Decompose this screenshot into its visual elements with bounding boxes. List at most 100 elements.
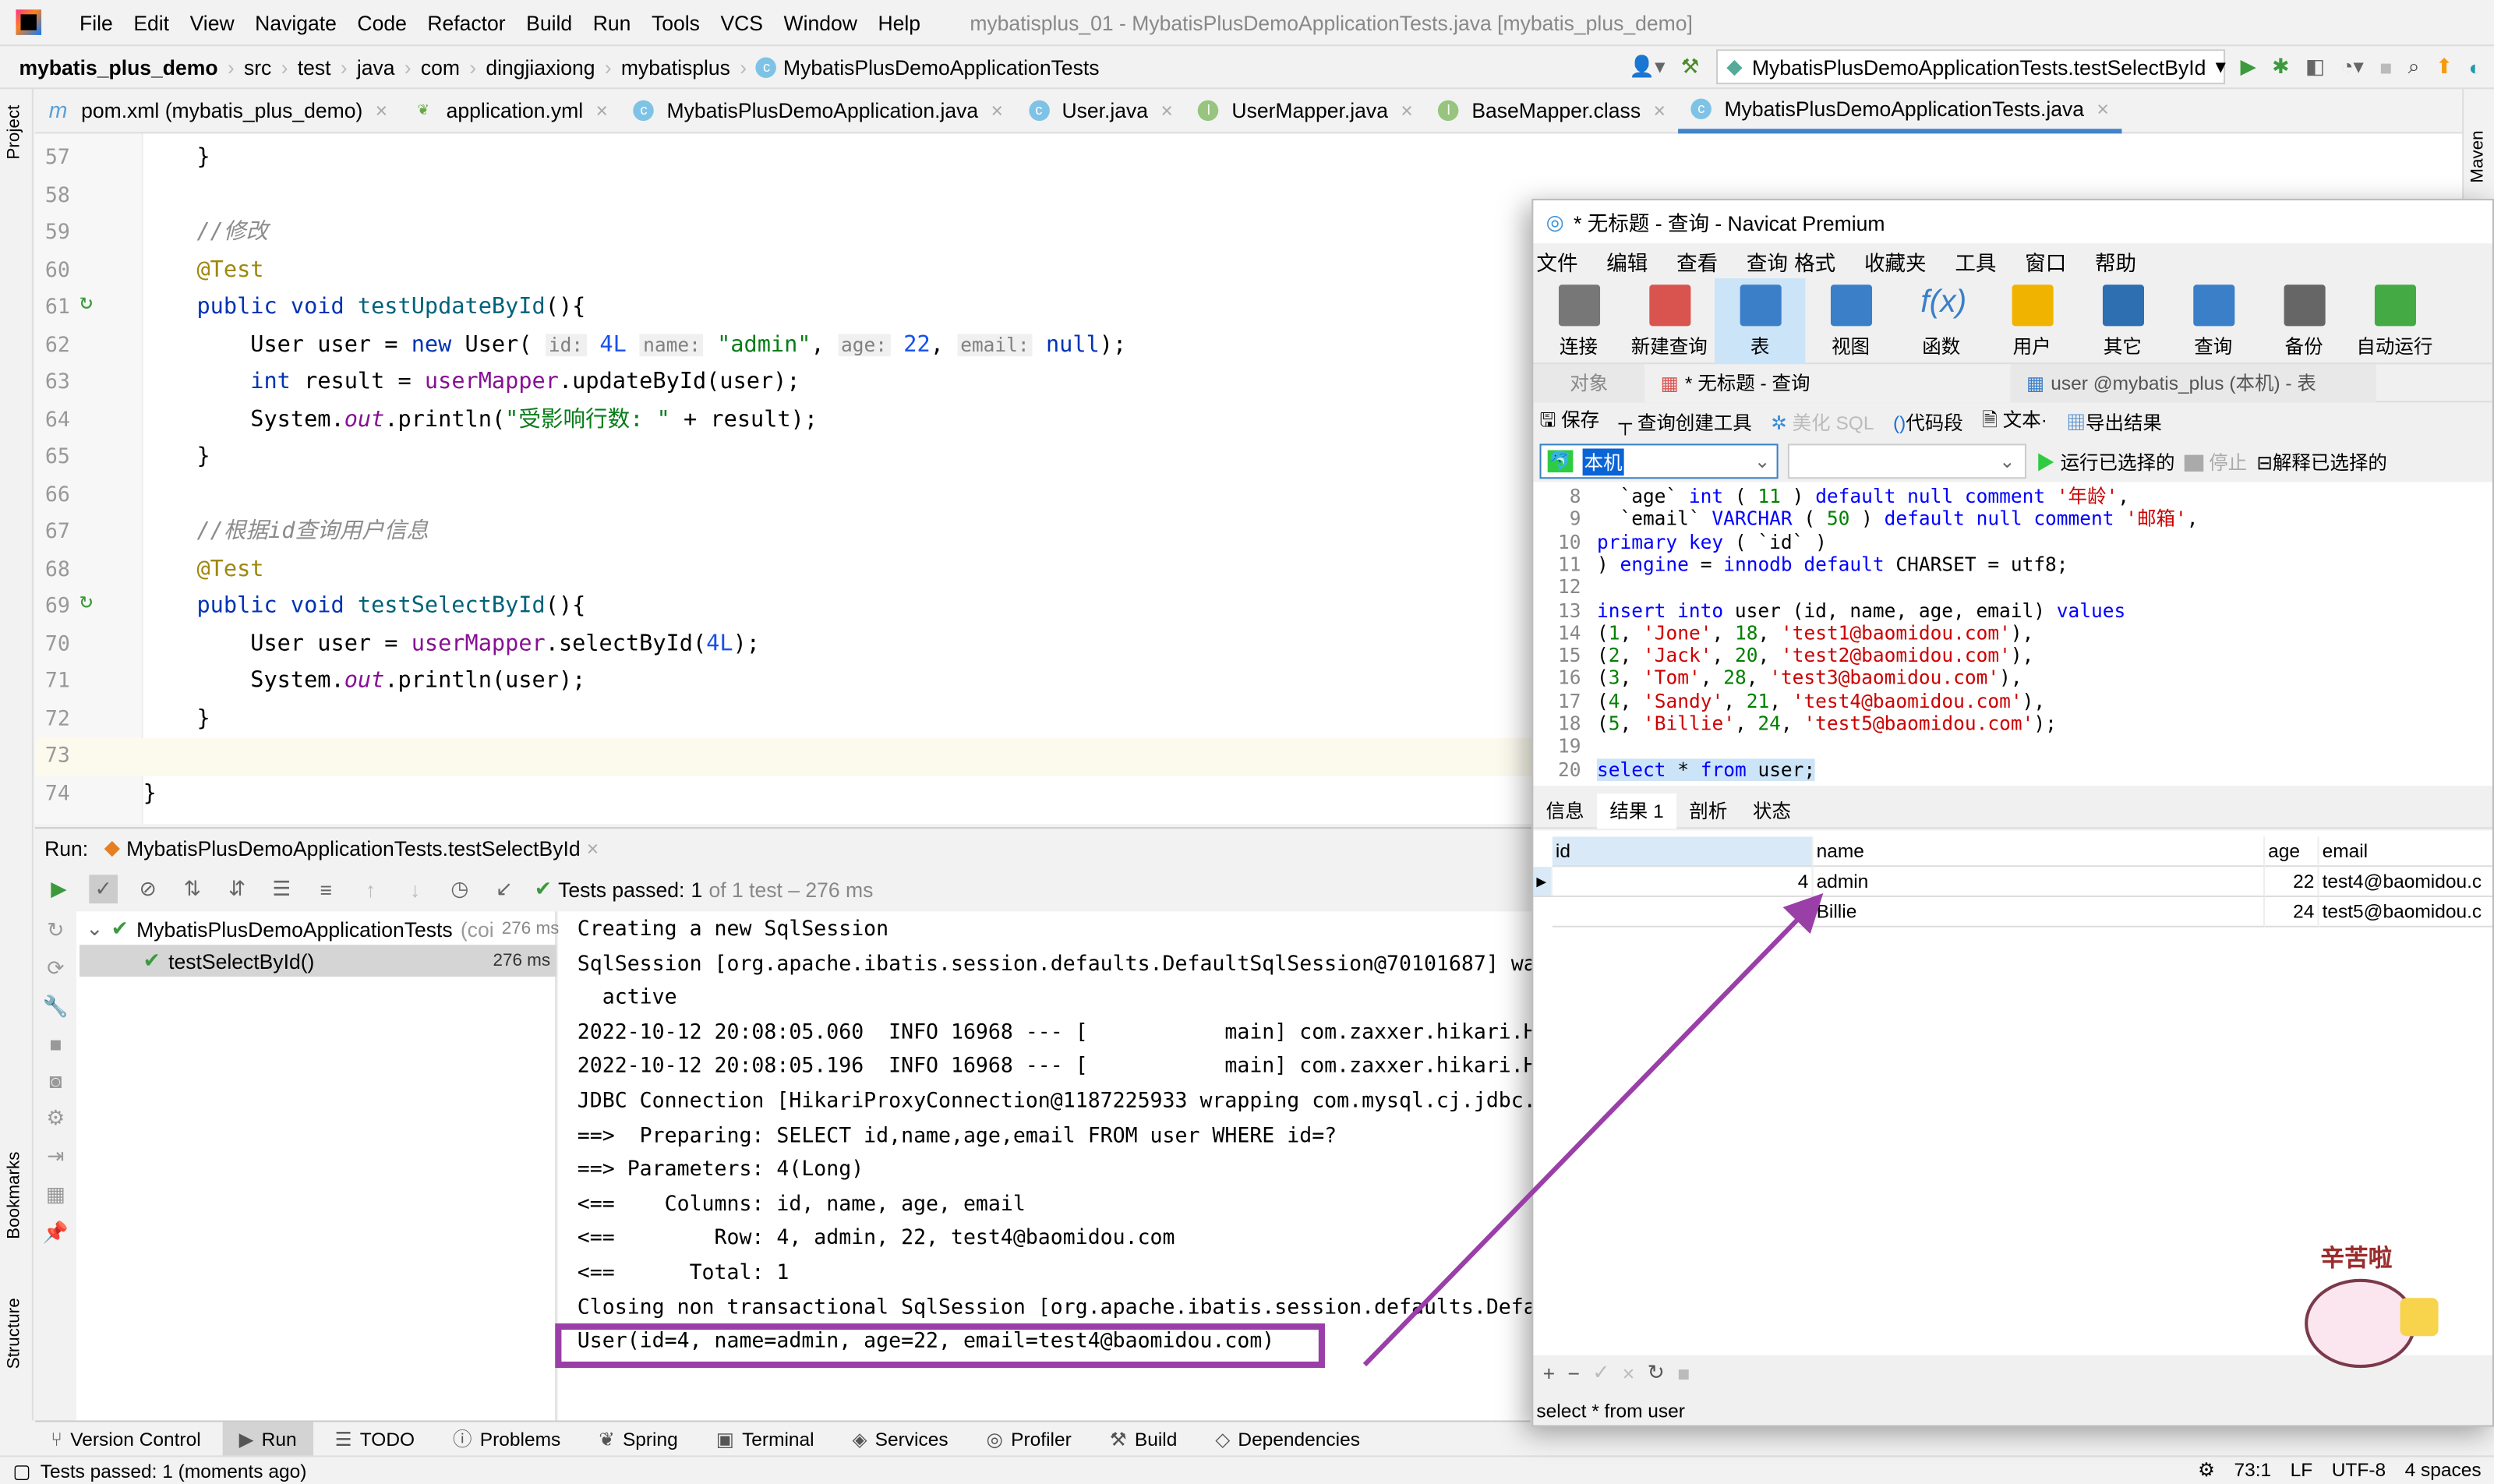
sql-editor[interactable]: 8 `age` int ( 11 ) default null comment … <box>1533 482 2492 786</box>
breadcrumb-item[interactable]: dingjiaxiong <box>486 55 595 79</box>
editor-tab[interactable]: ❦ application.yml × <box>400 88 620 132</box>
result-tab[interactable]: 剖析 <box>1676 793 1740 828</box>
navicat-toolbar-auto-run[interactable]: 自动运行 <box>2349 277 2439 363</box>
navicat-menu-item[interactable]: 收藏夹 <box>1864 246 1927 276</box>
editor-tab[interactable]: I UserMapper.java × <box>1185 88 1425 132</box>
menu-window[interactable]: Window <box>784 10 857 34</box>
run-icon[interactable]: ▶ <box>2240 54 2256 80</box>
rerun-failed-icon[interactable]: ↻ <box>47 918 64 944</box>
grid-cell[interactable]: admin <box>1813 867 2266 898</box>
breadcrumb-item[interactable]: test <box>298 55 331 79</box>
run-gutter-icon[interactable]: ↻ <box>79 289 93 315</box>
menu-refactor[interactable]: Refactor <box>427 10 505 34</box>
query-builder-button[interactable]: ┬ 查询创建工具 <box>1619 408 1752 436</box>
close-tab-icon[interactable]: × <box>376 99 387 123</box>
stop-icon[interactable]: ■ <box>2379 55 2392 79</box>
close-tab-icon[interactable]: × <box>991 99 1002 123</box>
grid-cell[interactable]: 24 <box>2265 897 2319 928</box>
grid-cell[interactable]: 5 <box>1552 897 1814 928</box>
breadcrumb-item[interactable]: com <box>421 55 460 79</box>
navicat-menu-item[interactable]: 编辑 <box>1606 246 1648 276</box>
editor-tab[interactable]: m pom.xml (mybatis_plus_demo) × <box>35 88 401 132</box>
sort-duration-icon[interactable]: ⇵ <box>223 874 252 903</box>
navicat-menu-item[interactable]: 文件 <box>1536 246 1577 276</box>
rerun-icon[interactable]: ▶ <box>44 874 73 903</box>
camera-icon[interactable]: ◙ <box>49 1069 62 1093</box>
profile-icon[interactable]: ◔▾ <box>2340 54 2363 80</box>
breadcrumb-item[interactable]: mybatisplus <box>621 55 730 79</box>
history-icon[interactable]: ◷ <box>445 874 474 903</box>
maven-tool-tab[interactable]: Maven <box>2468 130 2487 182</box>
menu-file[interactable]: File <box>79 10 113 34</box>
settings-icon[interactable]: ⚙ <box>47 1105 65 1131</box>
tab-user-table[interactable]: ▦ user @mybatis_plus (本机) - 表 <box>2010 363 2376 402</box>
tool-window-dependencies[interactable]: ◇ Dependencies <box>1199 1421 1376 1456</box>
menu-build[interactable]: Build <box>526 10 572 34</box>
save-button[interactable]: 🖫 保存 <box>1539 405 1599 439</box>
explain-button[interactable]: ⊟解释已选择的 <box>2256 447 2387 475</box>
navicat-toolbar-query[interactable]: 查询 <box>2168 277 2259 363</box>
navicat-toolbar-new-query[interactable]: 新建查询 <box>1624 277 1715 363</box>
code-snippet-button[interactable]: ()代码段 <box>1893 408 1963 436</box>
menu-vcs[interactable]: VCS <box>720 10 763 34</box>
apply-icon[interactable]: ✓ <box>1592 1360 1609 1386</box>
pin-icon[interactable]: 📌 <box>43 1220 69 1246</box>
navicat-menu-item[interactable]: 工具 <box>1955 246 1996 276</box>
update-icon[interactable]: ⬆ <box>2436 54 2453 80</box>
navicat-toolbar-function[interactable]: f(x) 函数 <box>1896 277 1987 363</box>
tool-window-build[interactable]: ⚒ Build <box>1093 1421 1192 1456</box>
menu-code[interactable]: Code <box>357 10 406 34</box>
breadcrumb-item[interactable]: mybatis_plus_demo <box>19 55 217 79</box>
navicat-toolbar-connect[interactable]: 连接 <box>1533 277 1623 363</box>
coverage-icon[interactable]: ◧ <box>2305 54 2325 80</box>
tool-window-spring[interactable]: ❦ Spring <box>583 1421 694 1456</box>
close-tab-icon[interactable]: × <box>596 99 608 123</box>
menu-run[interactable]: Run <box>593 10 631 34</box>
debug-icon[interactable]: ✱ <box>2272 54 2289 80</box>
navicat-toolbar-other[interactable]: 其它 <box>2077 277 2167 363</box>
prev-icon[interactable]: ↑ <box>356 874 385 903</box>
tab-query[interactable]: ▦ * 无标题 - 查询 <box>1644 363 2011 402</box>
stop-icon[interactable]: ■ <box>49 1032 62 1056</box>
column-header-age[interactable]: age <box>2265 836 2319 867</box>
navicat-menu-item[interactable]: 帮助 <box>2095 246 2136 276</box>
run-gutter-icon[interactable]: ↻ <box>79 588 93 614</box>
connection-select[interactable]: 🐬 本机 ⌄ <box>1539 443 1779 479</box>
tab-objects[interactable]: 对象 <box>1533 363 1645 402</box>
stop-icon[interactable]: ■ <box>1677 1361 1690 1385</box>
discard-icon[interactable]: × <box>1623 1361 1634 1385</box>
navicat-toolbar-table[interactable]: 表 <box>1714 277 1806 364</box>
database-select[interactable]: ⌄ <box>1787 443 2026 479</box>
menu-navigate[interactable]: Navigate <box>255 10 337 34</box>
close-tab-icon[interactable]: × <box>2097 96 2108 120</box>
editor-tab[interactable]: c User.java × <box>1016 88 1185 132</box>
tool-window-version-control[interactable]: ⑂ Version Control <box>35 1421 217 1456</box>
menu-tools[interactable]: Tools <box>652 10 700 34</box>
navicat-toolbar-user[interactable]: 用户 <box>1987 277 2077 363</box>
navicat-toolbar-backup[interactable]: 备份 <box>2259 277 2349 363</box>
grid-cell[interactable]: Billie <box>1813 897 2266 928</box>
close-tab-icon[interactable]: × <box>1653 99 1665 123</box>
result-tab[interactable]: 状态 <box>1740 793 1804 828</box>
run-tab[interactable]: ◆ MybatisPlusDemoApplicationTests.testSel… <box>104 835 599 860</box>
result-tab[interactable]: 信息 <box>1533 793 1597 828</box>
close-tab-icon[interactable]: × <box>1401 99 1412 123</box>
grid-cell[interactable]: test5@baomidou.c <box>2319 897 2492 928</box>
show-ignored-icon[interactable]: ⊘ <box>133 874 162 903</box>
column-header-name[interactable]: name <box>1813 836 2266 867</box>
editor-tab[interactable]: c MybatisPlusDemoApplicationTests.java × <box>1678 88 2122 133</box>
tool-window-todo[interactable]: ☰ TODO <box>319 1421 430 1456</box>
grid-cell[interactable]: test4@baomidou.c <box>2319 867 2492 898</box>
user-icon[interactable]: 👤▾ <box>1629 54 1665 80</box>
tool-window-services[interactable]: ◈ Services <box>836 1421 964 1456</box>
line-ending[interactable]: LF <box>2291 1458 2313 1481</box>
navicat-toolbar-view[interactable]: 视图 <box>1805 277 1895 363</box>
layout-icon[interactable]: ▦ <box>46 1182 65 1207</box>
tool-window-profiler[interactable]: ◎ Profiler <box>970 1421 1087 1456</box>
close-tab-icon[interactable]: × <box>1160 99 1172 123</box>
result-tab[interactable]: 结果 1 <box>1596 793 1677 829</box>
editor-tab[interactable]: c MybatisPlusDemoApplication.java × <box>620 88 1016 132</box>
exit-icon[interactable]: ⇥ <box>47 1143 64 1169</box>
breadcrumb-item[interactable]: MybatisPlusDemoApplicationTests <box>783 55 1100 79</box>
column-header-email[interactable]: email <box>2319 836 2492 867</box>
